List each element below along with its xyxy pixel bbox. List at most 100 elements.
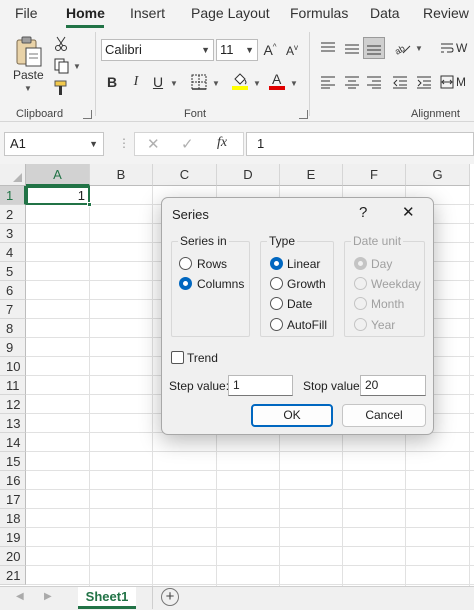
active-cell-a1[interactable]: 1 bbox=[26, 186, 92, 207]
middle-align-button[interactable] bbox=[342, 38, 362, 58]
tab-review[interactable]: Review bbox=[423, 5, 469, 21]
cut-button[interactable] bbox=[53, 36, 69, 52]
drag-handle-icon[interactable]: ⋮ bbox=[118, 136, 130, 150]
scroll-left-icon[interactable]: ◀ bbox=[16, 591, 24, 602]
row-header-1[interactable]: 1 bbox=[0, 186, 26, 205]
tab-insert[interactable]: Insert bbox=[130, 5, 165, 21]
row-header-8[interactable]: 8 bbox=[0, 319, 26, 338]
linear-label[interactable]: Linear bbox=[287, 257, 320, 271]
copy-dropdown-icon[interactable]: ▼ bbox=[73, 62, 81, 71]
row-header-7[interactable]: 7 bbox=[0, 300, 26, 319]
tab-data[interactable]: Data bbox=[370, 5, 400, 21]
borders-button[interactable] bbox=[190, 72, 208, 92]
orientation-dropdown-icon[interactable]: ▼ bbox=[415, 44, 423, 53]
column-header-g[interactable]: G bbox=[406, 164, 470, 186]
tab-page-layout[interactable]: Page Layout bbox=[191, 5, 270, 21]
tab-home[interactable]: Home bbox=[66, 5, 105, 21]
column-header-f[interactable]: F bbox=[343, 164, 406, 186]
date-radio[interactable] bbox=[270, 297, 283, 310]
paste-dropdown-icon[interactable]: ▼ bbox=[24, 84, 32, 93]
format-painter-button[interactable] bbox=[53, 80, 69, 96]
column-header-d[interactable]: D bbox=[217, 164, 280, 186]
fill-color-button[interactable] bbox=[231, 70, 249, 92]
close-button[interactable]: ✕ bbox=[402, 203, 415, 221]
column-header-c[interactable]: C bbox=[153, 164, 217, 186]
font-color-dropdown-icon[interactable]: ▼ bbox=[290, 79, 298, 88]
fill-handle[interactable] bbox=[87, 202, 92, 207]
font-color-button[interactable]: A bbox=[268, 70, 286, 92]
confirm-entry-icon[interactable]: ✓ bbox=[181, 135, 194, 153]
underline-button[interactable]: U bbox=[150, 72, 166, 92]
align-center-button[interactable] bbox=[342, 72, 362, 92]
tab-file[interactable]: File bbox=[15, 5, 38, 21]
ok-button[interactable]: OK bbox=[251, 404, 333, 427]
row-header-3[interactable]: 3 bbox=[0, 224, 26, 243]
row-header-17[interactable]: 17 bbox=[0, 490, 26, 509]
font-size-combo[interactable]: 11 ▼ bbox=[216, 39, 258, 61]
bold-button[interactable]: B bbox=[104, 72, 120, 92]
autofill-label[interactable]: AutoFill bbox=[287, 318, 327, 332]
trend-checkbox[interactable] bbox=[171, 351, 184, 364]
step-value-input[interactable]: 1 bbox=[228, 375, 293, 396]
bottom-align-button[interactable] bbox=[363, 37, 385, 59]
font-launcher-icon[interactable] bbox=[299, 110, 308, 119]
columns-label[interactable]: Columns bbox=[197, 277, 244, 291]
decrease-font-size-button[interactable]: Av bbox=[283, 40, 301, 60]
growth-radio[interactable] bbox=[270, 277, 283, 290]
insert-function-button[interactable]: fx bbox=[217, 135, 227, 151]
column-header-b[interactable]: B bbox=[90, 164, 153, 186]
underline-dropdown-icon[interactable]: ▼ bbox=[170, 79, 178, 88]
decrease-indent-button[interactable] bbox=[390, 72, 410, 92]
paste-button[interactable] bbox=[12, 34, 46, 68]
cancel-entry-icon[interactable]: ✕ bbox=[147, 135, 160, 153]
row-header-13[interactable]: 13 bbox=[0, 414, 26, 433]
add-sheet-button[interactable]: + bbox=[161, 588, 179, 606]
italic-button[interactable]: I bbox=[128, 72, 144, 92]
row-header-12[interactable]: 12 bbox=[0, 395, 26, 414]
row-header-9[interactable]: 9 bbox=[0, 338, 26, 357]
columns-radio[interactable] bbox=[179, 277, 192, 290]
borders-dropdown-icon[interactable]: ▼ bbox=[212, 79, 220, 88]
row-header-4[interactable]: 4 bbox=[0, 243, 26, 262]
orientation-button[interactable]: ab bbox=[392, 38, 412, 58]
copy-button[interactable] bbox=[53, 58, 69, 74]
wrap-text-button[interactable]: W bbox=[440, 38, 474, 58]
increase-font-size-button[interactable]: A^ bbox=[261, 40, 279, 60]
linear-radio[interactable] bbox=[270, 257, 283, 270]
select-all-button[interactable] bbox=[0, 164, 26, 186]
merge-center-button[interactable]: M bbox=[440, 72, 474, 92]
sheet-tab-sheet1[interactable]: Sheet1 bbox=[78, 587, 136, 609]
row-header-11[interactable]: 11 bbox=[0, 376, 26, 395]
row-header-18[interactable]: 18 bbox=[0, 509, 26, 528]
row-header-6[interactable]: 6 bbox=[0, 281, 26, 300]
row-header-19[interactable]: 19 bbox=[0, 528, 26, 547]
date-label[interactable]: Date bbox=[287, 297, 312, 311]
row-header-10[interactable]: 10 bbox=[0, 357, 26, 376]
name-box[interactable]: A1 ▼ bbox=[4, 132, 104, 156]
column-header-a[interactable]: A bbox=[26, 164, 90, 186]
trend-label[interactable]: Trend bbox=[187, 351, 218, 365]
row-header-5[interactable]: 5 bbox=[0, 262, 26, 281]
row-header-21[interactable]: 21 bbox=[0, 566, 26, 585]
column-header-e[interactable]: E bbox=[280, 164, 343, 186]
help-button[interactable]: ? bbox=[359, 204, 367, 221]
stop-value-input[interactable]: 20 bbox=[360, 375, 426, 396]
row-header-15[interactable]: 15 bbox=[0, 452, 26, 471]
formula-input[interactable]: 1 bbox=[246, 132, 474, 156]
fill-color-dropdown-icon[interactable]: ▼ bbox=[253, 79, 261, 88]
clipboard-launcher-icon[interactable] bbox=[83, 110, 92, 119]
row-header-16[interactable]: 16 bbox=[0, 471, 26, 490]
row-header-2[interactable]: 2 bbox=[0, 205, 26, 224]
rows-radio[interactable] bbox=[179, 257, 192, 270]
font-name-combo[interactable]: Calibri ▼ bbox=[101, 39, 214, 61]
scroll-right-icon[interactable]: ▶ bbox=[44, 591, 52, 602]
autofill-radio[interactable] bbox=[270, 318, 283, 331]
rows-label[interactable]: Rows bbox=[197, 257, 227, 271]
align-right-button[interactable] bbox=[364, 72, 384, 92]
cancel-button[interactable]: Cancel bbox=[342, 404, 426, 427]
increase-indent-button[interactable] bbox=[414, 72, 434, 92]
row-header-14[interactable]: 14 bbox=[0, 433, 26, 452]
growth-label[interactable]: Growth bbox=[287, 277, 326, 291]
align-left-button[interactable] bbox=[318, 72, 338, 92]
tab-formulas[interactable]: Formulas bbox=[290, 5, 348, 21]
